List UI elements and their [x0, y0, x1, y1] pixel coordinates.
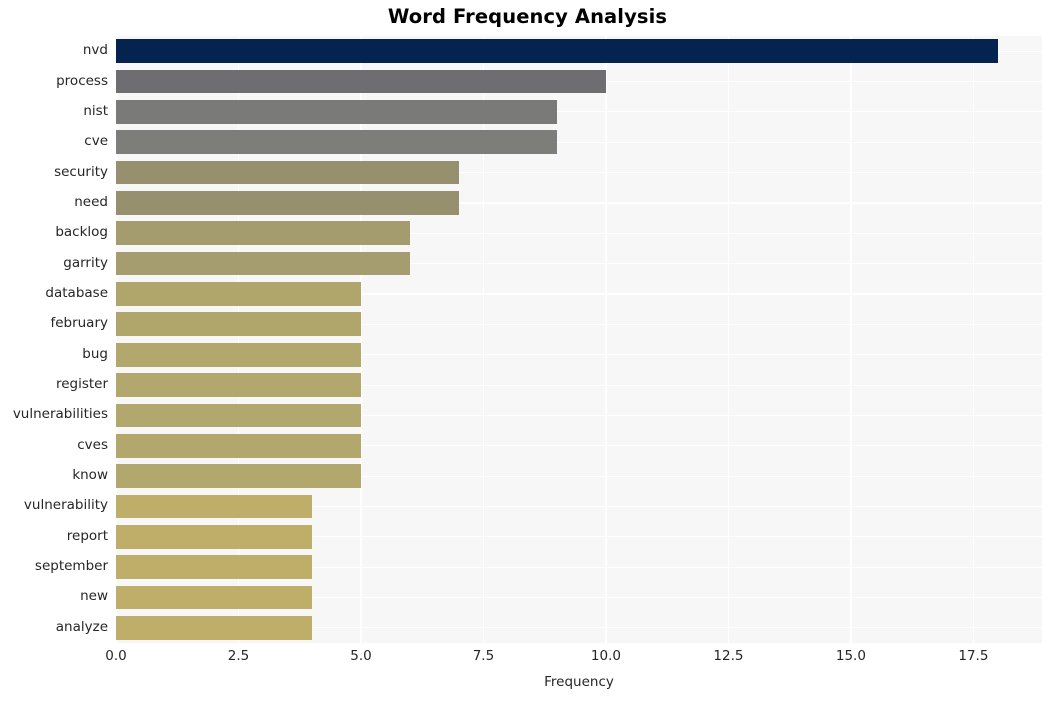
- bar-report: [116, 524, 312, 549]
- y-tick-label-cve: cve: [84, 133, 108, 150]
- x-tick-label-10.0: 10.0: [590, 648, 621, 664]
- y-tick-label-analyze: analyze: [55, 618, 108, 635]
- x-tick-label-17.5: 17.5: [958, 648, 989, 664]
- y-tick-label-security: security: [54, 163, 108, 180]
- x-tick-label-7.5: 7.5: [472, 648, 495, 664]
- bar-series: [116, 36, 1042, 643]
- x-tick-label-15.0: 15.0: [835, 648, 866, 664]
- x-axis-tick-labels: 0.0 2.5 5.0 7.5 10.0 12.5 15.0 17.5: [105, 648, 1042, 672]
- y-axis-tick-labels: nvd process nist cve security need backlog garr…: [0, 36, 108, 643]
- bar-vulnerability: [116, 494, 312, 519]
- x-tick-label-2.5: 2.5: [227, 648, 250, 664]
- x-axis-label: Frequency: [544, 674, 614, 690]
- y-tick-label-process: process: [56, 72, 108, 89]
- y-tick-label-database: database: [45, 284, 108, 301]
- x-tick-label-5.0: 5.0: [350, 648, 372, 664]
- bar-know: [116, 464, 361, 488]
- bar-security: [116, 160, 459, 185]
- bar-database: [116, 282, 361, 306]
- bar-backlog: [116, 221, 410, 246]
- y-tick-label-know: know: [72, 467, 108, 484]
- x-tick-label-0.0: 0.0: [105, 648, 127, 664]
- bar-february: [116, 312, 361, 337]
- y-tick-label-february: february: [50, 315, 108, 332]
- y-tick-label-vulnerability: vulnerability: [23, 497, 108, 514]
- bar-cve: [116, 130, 557, 155]
- bar-analyze: [116, 615, 312, 640]
- y-tick-label-new: new: [80, 588, 108, 605]
- bar-september: [116, 555, 312, 579]
- bar-register: [116, 373, 361, 397]
- y-tick-label-need: need: [74, 193, 108, 210]
- y-tick-label-nist: nist: [83, 102, 108, 119]
- y-tick-label-report: report: [66, 527, 108, 544]
- y-tick-label-cves: cves: [77, 436, 108, 453]
- y-tick-label-backlog: backlog: [55, 224, 108, 241]
- bar-vulnerabilities: [116, 403, 361, 428]
- bar-cves: [116, 433, 361, 458]
- y-tick-label-register: register: [55, 376, 108, 393]
- chart-title: Word Frequency Analysis: [387, 5, 668, 28]
- bar-garrity: [116, 251, 410, 276]
- y-tick-label-bug: bug: [82, 345, 108, 362]
- y-tick-label-nvd: nvd: [82, 42, 108, 59]
- y-tick-label-garrity: garrity: [63, 254, 108, 271]
- bar-process: [116, 69, 606, 94]
- x-tick-label-12.5: 12.5: [713, 648, 744, 664]
- bar-bug: [116, 342, 361, 367]
- bar-need: [116, 191, 459, 215]
- plot-area: [115, 36, 1042, 643]
- bar-nvd: [116, 39, 998, 63]
- bar-new: [116, 585, 312, 610]
- chart-figure: Word Frequency Analysis nvd process nist cv…: [0, 0, 1055, 701]
- y-tick-label-vulnerabilities: vulnerabilities: [12, 406, 108, 423]
- y-tick-label-september: september: [34, 558, 108, 575]
- bar-nist: [116, 100, 557, 124]
